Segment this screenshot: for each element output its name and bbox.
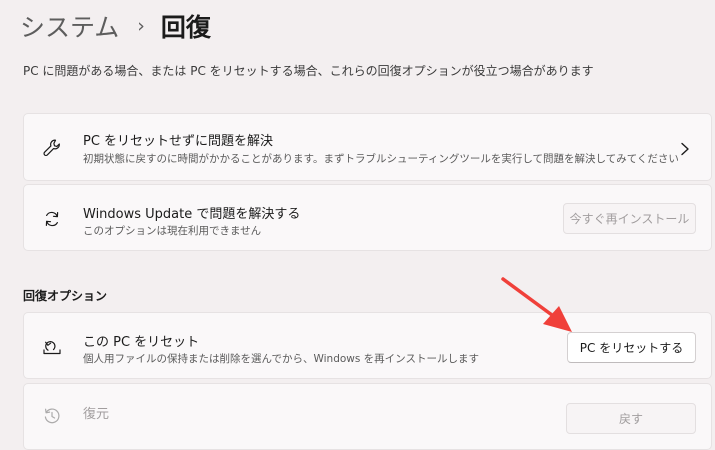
page-title: 回復: [160, 13, 211, 42]
reset-pc-title: この PC をリセット: [83, 335, 200, 350]
windows-update-card: Windows Update で問題を解決する このオプションは現在利用できませ…: [23, 184, 712, 251]
breadcrumb: システム › 回復: [20, 6, 211, 46]
breadcrumb-parent[interactable]: システム: [20, 8, 119, 44]
reinstall-now-button[interactable]: 今すぐ再インストール: [563, 203, 696, 234]
chevron-right-icon: [679, 141, 691, 156]
breadcrumb-separator: ›: [137, 15, 145, 37]
fix-without-reset-card[interactable]: PC をリセットせずに問題を解決 初期状態に戻すのに時間がかかることがあります。…: [23, 113, 712, 181]
go-back-card: 復元 戻す: [23, 383, 712, 450]
reset-pc-subtitle: 個人用ファイルの保持または削除を選んでから、Windows を再インストールしま…: [83, 353, 479, 365]
go-back-button[interactable]: 戻す: [566, 403, 696, 434]
reset-pc-button[interactable]: PC をリセットする: [567, 332, 696, 363]
page-description: PC に問題がある場合、または PC をリセットする場合、これらの回復オプション…: [23, 64, 594, 78]
fix-without-reset-title: PC をリセットせずに問題を解決: [83, 134, 274, 149]
history-icon: [40, 404, 64, 428]
reset-pc-icon: [40, 335, 64, 359]
windows-update-subtitle: このオプションは現在利用できません: [83, 225, 262, 237]
go-back-title: 復元: [83, 407, 110, 422]
refresh-icon: [40, 207, 64, 231]
reset-pc-card: この PC をリセット 個人用ファイルの保持または削除を選んでから、Window…: [23, 312, 712, 379]
recovery-options-header: 回復オプション: [23, 289, 108, 303]
fix-without-reset-subtitle: 初期状態に戻すのに時間がかかることがあります。まずトラブルシューティングツールを…: [83, 153, 679, 165]
windows-update-title: Windows Update で問題を解決する: [83, 207, 301, 222]
wrench-icon: [40, 136, 64, 160]
